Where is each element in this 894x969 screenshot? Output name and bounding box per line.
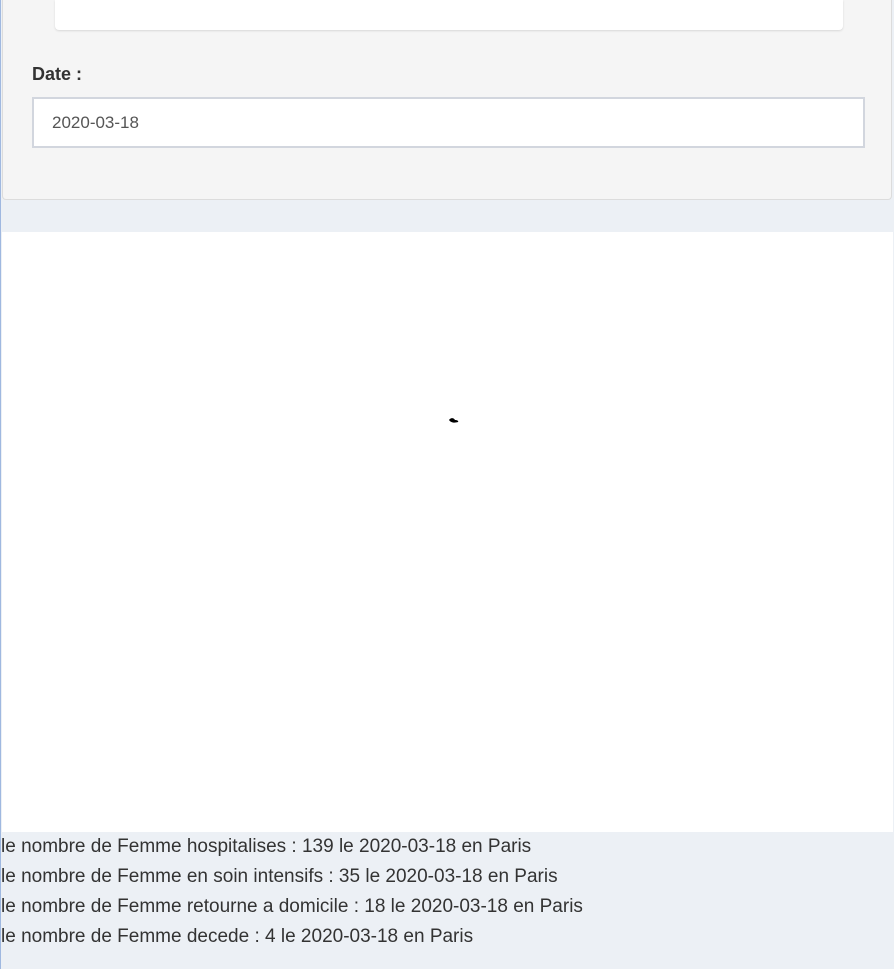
date-input[interactable] — [32, 97, 865, 148]
page: Date : le nombre de Femme hospitalises :… — [0, 0, 894, 969]
filter-panel: Date : — [2, 0, 892, 200]
paris-map-shape[interactable] — [448, 417, 460, 425]
stat-retourne-domicile: le nombre de Femme retourne a domicile :… — [1, 896, 583, 917]
stat-decede: le nombre de Femme decede : 4 le 2020-03… — [1, 926, 474, 947]
map-area[interactable] — [2, 232, 893, 832]
stat-soin-intensifs: le nombre de Femme en soin intensifs : 3… — [1, 866, 558, 887]
top-card — [55, 0, 843, 30]
stat-hospitalises: le nombre de Femme hospitalises : 139 le… — [1, 836, 532, 857]
date-label: Date : — [32, 64, 83, 84]
stats-list: le nombre de Femme hospitalises : 139 le… — [1, 834, 893, 954]
